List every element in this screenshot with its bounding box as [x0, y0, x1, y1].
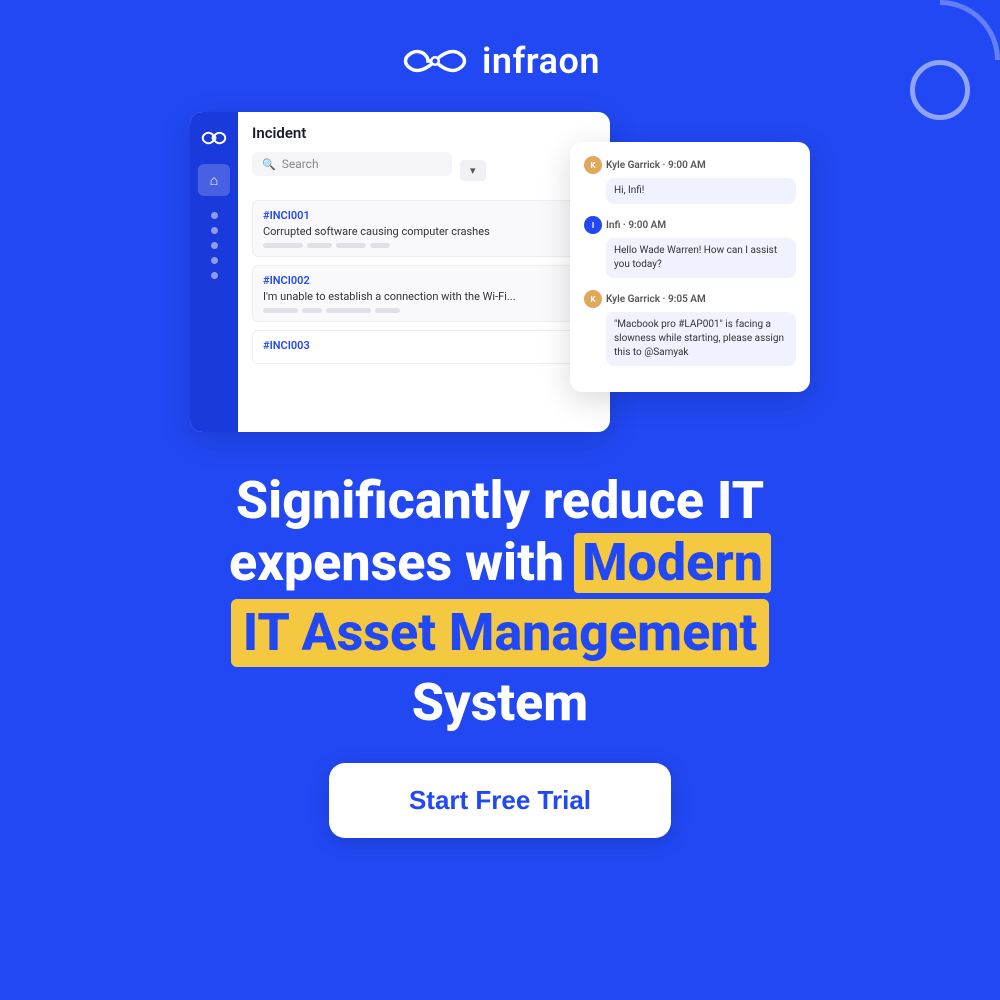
brand-name: infraon — [482, 40, 600, 82]
incident-id-3: #INCI003 — [263, 339, 585, 352]
mockup-area: ⌂ Incident 🔍 Search — [190, 112, 810, 452]
incident-content: Incident 🔍 Search ▾ #INCI001 Corrupted s… — [238, 112, 610, 432]
avatar-infi: I — [584, 216, 602, 234]
chat-sender-1: Kyle Garrick · 9:00 AM — [606, 160, 706, 171]
incident-id-2: #INCI002 — [263, 274, 585, 287]
chat-header-1: K Kyle Garrick · 9:00 AM — [584, 156, 796, 174]
headline-area: Significantly reduce IT expenses with Mo… — [169, 472, 831, 733]
chat-sender-3: Kyle Garrick · 9:05 AM — [606, 294, 706, 305]
search-icon: 🔍 — [262, 158, 276, 171]
sidebar-nav: ⌂ — [190, 112, 238, 432]
headline-line1: Significantly reduce IT — [229, 472, 771, 529]
logo-icon — [400, 40, 470, 82]
search-bar[interactable]: 🔍 Search — [252, 152, 452, 176]
incident-id-1: #INCI001 — [263, 209, 585, 222]
avatar-kyle-2: K — [584, 290, 602, 308]
incident-desc-2: I'm unable to establish a connection wit… — [263, 290, 585, 303]
headline-highlight: Modern — [574, 533, 771, 593]
sidebar-dots — [211, 212, 218, 279]
chat-panel: K Kyle Garrick · 9:00 AM Hi, Infi! I Inf… — [570, 142, 810, 392]
filter-button[interactable]: ▾ — [460, 160, 486, 181]
chat-bubble-2: Hello Wade Warren! How can I assist you … — [606, 238, 796, 278]
chat-header-2: I Infi · 9:00 AM — [584, 216, 796, 234]
chat-header-3: K Kyle Garrick · 9:05 AM — [584, 290, 796, 308]
cta-area: Start Free Trial — [329, 763, 671, 838]
headline-line2-prefix: expenses with — [229, 534, 564, 591]
sidebar-logo — [200, 124, 228, 152]
headline-line3: System — [229, 673, 771, 733]
deco-circle — [910, 60, 970, 120]
chat-bubble-3: "Macbook pro #LAP001" is facing a slowne… — [606, 312, 796, 366]
chat-sender-2: Infi · 9:00 AM — [606, 220, 666, 231]
page-container: infraon ⌂ — [0, 0, 1000, 1000]
start-free-trial-button[interactable]: Start Free Trial — [329, 763, 671, 838]
search-label: Search — [282, 157, 319, 171]
filter-label: ▾ — [470, 164, 476, 177]
chat-message-3: K Kyle Garrick · 9:05 AM "Macbook pro #L… — [584, 290, 796, 366]
chat-message-1: K Kyle Garrick · 9:00 AM Hi, Infi! — [584, 156, 796, 204]
incident-item-1[interactable]: #INCI001 Corrupted software causing comp… — [252, 200, 596, 257]
sidebar-home[interactable]: ⌂ — [198, 164, 230, 196]
incident-tags-1 — [263, 243, 585, 248]
incident-panel-title: Incident — [252, 124, 596, 142]
incident-panel: ⌂ Incident 🔍 Search — [190, 112, 610, 432]
incident-item-2[interactable]: #INCI002 I'm unable to establish a conne… — [252, 265, 596, 322]
chat-bubble-1: Hi, Infi! — [606, 178, 796, 204]
search-row: 🔍 Search ▾ — [252, 152, 596, 188]
incident-tags-2 — [263, 308, 585, 313]
incident-item-3[interactable]: #INCI003 — [252, 330, 596, 364]
incident-desc-1: Corrupted software causing computer cras… — [263, 225, 585, 238]
avatar-kyle-1: K — [584, 156, 602, 174]
logo-area: infraon — [400, 40, 600, 82]
headline-yellow-block: IT Asset Management — [231, 599, 770, 667]
chat-message-2: I Infi · 9:00 AM Hello Wade Warren! How … — [584, 216, 796, 278]
headline-yellow-text: IT Asset Management — [243, 602, 758, 663]
